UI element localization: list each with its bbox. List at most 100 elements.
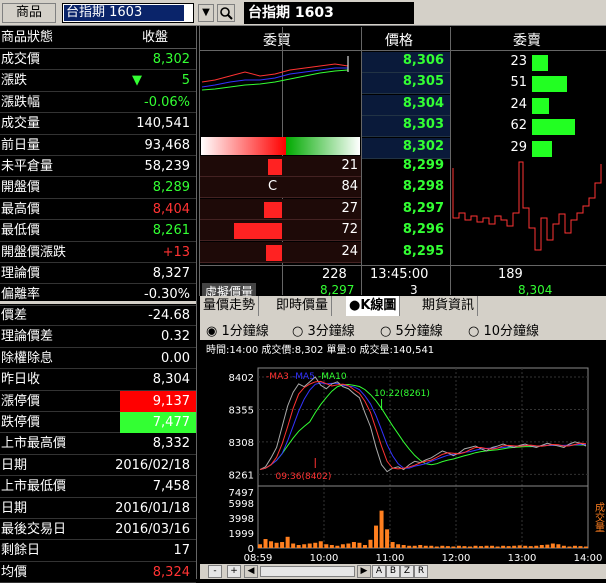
ask-price-cell[interactable]: 8,306 (362, 52, 450, 73)
ask-price: 8,303 (402, 117, 444, 133)
quote-value: 8,289 (152, 180, 190, 196)
bid-volume-bar (264, 201, 282, 218)
zoom-in-button[interactable]: + (227, 565, 241, 578)
ask-qty: 29 (510, 139, 527, 155)
btn-a[interactable]: A (372, 565, 386, 578)
volume-bar (396, 544, 401, 548)
quote-row: 上市最低價 7,458 (0, 476, 196, 498)
volume-bar (539, 545, 544, 548)
quote-row: 漲停價 9,137 (0, 390, 196, 412)
quote-label: 開盤價 (1, 180, 41, 196)
quote-row: 昨日收 8,304 (0, 369, 196, 391)
chart-scrollbar[interactable] (260, 566, 355, 577)
quote-value: +13 (162, 244, 190, 260)
quote-value: 0.32 (161, 329, 190, 345)
status-header-row: 商品狀態 收盤 (0, 27, 196, 49)
quote-label: 均價 (1, 564, 28, 580)
quote-label: 日期 (1, 457, 28, 473)
quote-value: 2016/02/18 (115, 457, 190, 473)
sim-ask: 8,304 (518, 283, 553, 297)
symbol-input[interactable]: 台指期 1603 (62, 3, 194, 23)
bid-strength-bar (201, 137, 286, 155)
volume-bar (324, 544, 329, 548)
kline-chart[interactable]: 時間:14:00 成交價:8,302 單量:0 成交量:140,541 8402… (200, 340, 606, 565)
radio-1min[interactable]: ◉ 1分鐘線 (206, 320, 269, 339)
tab-futures-info[interactable]: 期貨資訊 (419, 296, 479, 316)
volume-bar (512, 545, 517, 548)
ask-price-cell[interactable]: 8,303 (362, 116, 450, 138)
volume-bar (501, 545, 506, 548)
quote-label: 最低價 (1, 223, 41, 239)
quote-row: 最後交易日 2016/03/16 (0, 519, 196, 541)
volume-bar (269, 541, 274, 548)
bid-qty: 24 (341, 243, 358, 259)
volume-bar (484, 545, 489, 548)
btn-r[interactable]: R (414, 565, 428, 578)
quote-label: 未平倉量 (1, 159, 54, 174)
ask-volume-bar (532, 140, 553, 157)
kline-svg: 840283558308826108:59 10:00 11:00 12:00 13:0… (229, 367, 605, 564)
volume-bar (534, 545, 539, 548)
ask-price-cell[interactable]: 8,304 (362, 94, 450, 116)
volume-bar (335, 545, 340, 548)
quote-row: 理論價 8,327 (0, 263, 196, 285)
zoom-out-button[interactable]: - (208, 565, 222, 578)
radio-3min[interactable]: ○ 3分鐘線 (292, 320, 355, 339)
tab-price-volume[interactable]: 量價走勢 (200, 296, 260, 316)
quote-row: 最低價 8,261 (0, 220, 196, 242)
quote-label: 昨日收 (1, 372, 41, 388)
bid-price: 8,297 (402, 200, 444, 216)
legend-ma10: -MA10 (318, 372, 347, 382)
bid-total: 228 (322, 267, 347, 282)
ask-price-cell[interactable]: 8,305 (362, 73, 450, 95)
volume-bar (572, 545, 577, 548)
quote-row: 成交價 8,302 (0, 49, 196, 71)
x-tick-label: 10:00 (310, 553, 339, 564)
search-button[interactable] (217, 4, 235, 22)
tick-chart (452, 161, 602, 251)
btn-b[interactable]: B (386, 565, 400, 578)
bid-header: 委買 (263, 33, 291, 49)
quote-label: 除權除息 (1, 350, 54, 366)
volume-bar (451, 546, 456, 548)
ask-price: 8,306 (402, 53, 444, 68)
status-label: 商品狀態 (1, 30, 54, 45)
symbol-dropdown-button[interactable]: ▼ (198, 4, 214, 22)
btn-z[interactable]: Z (400, 565, 414, 578)
volume-bar (258, 544, 262, 548)
quote-label: 跌停價 (1, 415, 41, 430)
volume-bar (473, 545, 478, 548)
product-label: 商品 (2, 3, 56, 23)
legend-ma5: -MA5 (292, 372, 315, 382)
volume-bar (495, 546, 500, 548)
panel-divider[interactable] (0, 301, 196, 304)
volume-bar (490, 545, 495, 548)
ask-qty: 23 (510, 54, 527, 69)
quote-row: 剩餘日 17 (0, 540, 196, 562)
quote-value: 8,404 (152, 201, 190, 217)
quote-row: 漲跌幅 -0.06% (0, 92, 196, 114)
chart-tabs: 量價走勢 即時價量 ●K線圖 期貨資訊 (200, 296, 606, 316)
volume-bar (561, 545, 566, 548)
tab-kline[interactable]: ●K線圖 (346, 296, 401, 316)
volume-bar (506, 546, 511, 548)
volume-bar (440, 545, 445, 548)
quote-value: 58,239 (144, 159, 191, 174)
bid-qty: 72 (341, 222, 358, 238)
tab-realtime[interactable]: 即時價量 (273, 296, 333, 316)
quote-row: 均價 8,324 (0, 562, 196, 583)
quote-row: 除權除息 0.00 (0, 348, 196, 370)
bid-price: 8,296 (402, 222, 444, 238)
radio-5min[interactable]: ○ 5分鐘線 (380, 320, 443, 339)
volume-bar (584, 546, 588, 548)
quote-label: 價差 (1, 308, 28, 323)
volume-bar (545, 544, 550, 548)
scroll-left-button[interactable]: ◀ (244, 565, 258, 578)
ask-price-cell[interactable]: 8,302 (362, 137, 450, 159)
volume-bar (368, 539, 373, 548)
radio-10min[interactable]: ○ 10分鐘線 (468, 320, 539, 339)
volume-bar (346, 543, 351, 548)
ask-volume-bar (532, 119, 575, 136)
scroll-right-button[interactable]: ▶ (357, 565, 371, 578)
y-tick-label: 8355 (229, 405, 254, 416)
